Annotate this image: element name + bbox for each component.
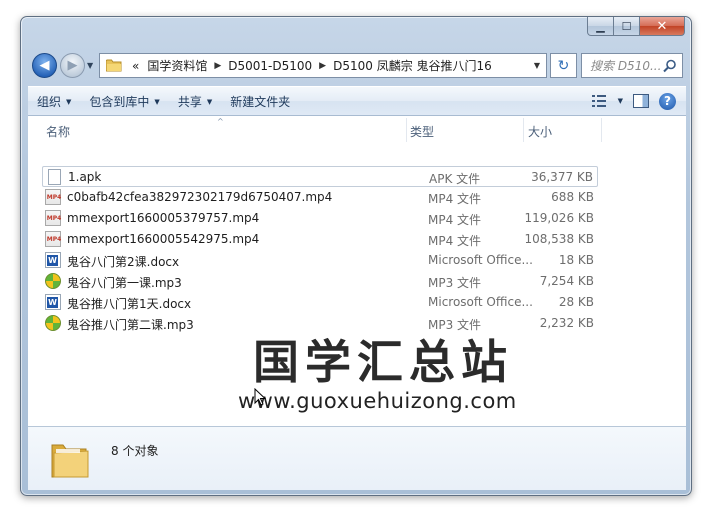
file-size: 2,232 KB — [539, 316, 594, 330]
minimize-button[interactable]: ▁ — [587, 17, 614, 36]
file-row[interactable]: mmexport1660005542975.mp4 MP4 文件 108,538 K… — [42, 229, 598, 250]
breadcrumb-overflow[interactable]: « — [128, 59, 143, 73]
column-header-row: ^ 名称 类型 大小 — [28, 116, 686, 144]
mp3-file-icon — [45, 273, 61, 289]
file-size: 119,026 KB — [524, 211, 594, 225]
refresh-button[interactable]: ↻ — [550, 53, 577, 78]
back-arrow-icon: ◀ — [39, 58, 50, 73]
breadcrumb-item-1[interactable]: 国学资料馆 — [143, 57, 211, 74]
column-divider[interactable] — [523, 118, 524, 142]
mp4-file-icon — [45, 189, 62, 205]
recent-pages-dropdown[interactable]: ▼ — [87, 61, 93, 70]
file-size: 28 KB — [558, 295, 594, 309]
close-button[interactable]: ✕ — [640, 17, 685, 36]
large-folder-icon — [48, 437, 92, 481]
breadcrumb-separator-icon[interactable]: ▶ — [316, 61, 329, 71]
file-name: 鬼谷八门第2课.docx — [67, 255, 180, 269]
mp3-file-icon — [45, 315, 61, 331]
file-type: MP3 文件 — [428, 276, 482, 290]
command-bar: 组织 ▼ 包含到库中 ▼ 共享 ▼ 新建文件夹 ▼ ? — [28, 86, 686, 116]
forward-button[interactable]: ▶ — [60, 53, 85, 78]
file-size: 108,538 KB — [524, 232, 594, 246]
file-row[interactable]: 鬼谷八门第一课.mp3 MP3 文件 7,254 KB — [42, 271, 598, 292]
sort-ascending-icon: ^ — [217, 117, 224, 126]
file-type: Microsoft Office... — [428, 253, 533, 267]
organize-menu[interactable]: 组织 ▼ — [28, 93, 80, 110]
include-in-library-label: 包含到库中 — [89, 94, 150, 109]
preview-pane-icon[interactable] — [633, 94, 649, 108]
breadcrumb-separator-icon[interactable]: ▶ — [211, 61, 224, 71]
file-size: 18 KB — [558, 253, 594, 267]
share-menu[interactable]: 共享 ▼ — [169, 93, 221, 110]
file-name: mmexport1660005542975.mp4 — [67, 232, 260, 246]
new-folder-label: 新建文件夹 — [230, 94, 291, 109]
file-row[interactable]: mmexport1660005379757.mp4 MP4 文件 119,026 K… — [42, 208, 598, 229]
file-name: 鬼谷推八门第二课.mp3 — [67, 318, 194, 332]
column-header-name[interactable]: 名称 — [46, 123, 70, 140]
file-type: Microsoft Office... — [428, 295, 533, 309]
file-type: MP4 文件 — [428, 213, 482, 227]
file-name: 鬼谷八门第一课.mp3 — [67, 276, 182, 290]
chevron-down-icon: ▼ — [66, 97, 72, 106]
search-icon[interactable] — [663, 59, 677, 73]
breadcrumb-item-2[interactable]: D5001-D5100 — [224, 59, 316, 73]
file-size: 36,377 KB — [531, 170, 593, 184]
mp4-file-icon — [45, 231, 62, 247]
back-button[interactable]: ◀ — [32, 53, 57, 78]
search-placeholder: 搜索 D510... — [590, 59, 662, 73]
column-divider[interactable] — [406, 118, 407, 142]
file-type: MP4 文件 — [428, 192, 482, 206]
view-dropdown-icon[interactable]: ▼ — [618, 97, 623, 105]
refresh-icon: ↻ — [557, 57, 570, 74]
word-doc-icon — [45, 294, 61, 310]
address-dropdown-icon[interactable]: ▼ — [528, 61, 546, 70]
file-name: 1.apk — [68, 170, 102, 184]
word-doc-icon — [45, 252, 61, 268]
breadcrumb-item-3[interactable]: D5100 凤麟宗 鬼谷推八门16 — [329, 57, 496, 74]
chevron-down-icon: ▼ — [206, 97, 213, 106]
column-header-size[interactable]: 大小 — [528, 123, 552, 140]
file-type: APK 文件 — [429, 172, 481, 186]
apk-file-icon — [48, 169, 61, 185]
include-in-library-menu[interactable]: 包含到库中 ▼ — [80, 93, 168, 110]
new-folder-button[interactable]: 新建文件夹 — [221, 93, 299, 110]
file-size: 7,254 KB — [539, 274, 594, 288]
item-count: 8 个对象 — [111, 444, 159, 458]
details-pane: 8 个对象 — [28, 426, 686, 490]
chevron-down-icon: ▼ — [154, 97, 160, 106]
folder-icon — [105, 59, 122, 72]
file-row[interactable]: 1.apk APK 文件 36,377 KB — [42, 166, 598, 187]
file-name: c0bafb42cfea382972302179d6750407.mp4 — [67, 190, 333, 204]
watermark-url: www.guoxuehuizong.com — [238, 389, 517, 413]
caption-buttons: ▁ ☐ ✕ — [587, 17, 685, 36]
mouse-cursor-icon — [254, 388, 266, 406]
file-row[interactable]: 鬼谷八门第2课.docx Microsoft Office... 18 KB — [42, 250, 598, 271]
change-view-icon[interactable] — [591, 95, 608, 107]
file-name: mmexport1660005379757.mp4 — [67, 211, 260, 225]
mp4-file-icon — [45, 210, 62, 226]
help-icon[interactable]: ? — [659, 92, 676, 110]
file-list: ^ 名称 类型 大小 1.apk APK 文件 36,377 KB c0bafb42c… — [28, 116, 686, 426]
maximize-button[interactable]: ☐ — [614, 17, 640, 36]
explorer-window: ▁ ☐ ✕ ◀ ▶ ▼ « 国学资料馆 ▶ D5001-D5100 ▶ D510… — [20, 16, 692, 496]
share-label: 共享 — [177, 94, 202, 109]
address-bar[interactable]: « 国学资料馆 ▶ D5001-D5100 ▶ D5100 凤麟宗 鬼谷推八门1… — [99, 53, 547, 78]
watermark-title: 国学汇总站 — [253, 335, 513, 389]
column-divider[interactable] — [601, 118, 602, 142]
organize-label: 组织 — [37, 94, 62, 109]
column-header-type[interactable]: 类型 — [410, 123, 434, 140]
file-type: MP4 文件 — [428, 234, 482, 248]
file-name: 鬼谷推八门第1天.docx — [67, 297, 192, 311]
search-input[interactable]: 搜索 D510... — [581, 53, 683, 78]
forward-arrow-icon: ▶ — [67, 58, 78, 73]
file-row[interactable]: c0bafb42cfea382972302179d6750407.mp4 MP4 … — [42, 187, 598, 208]
file-size: 688 KB — [551, 190, 594, 204]
file-row[interactable]: 鬼谷推八门第1天.docx Microsoft Office... 28 KB — [42, 292, 598, 313]
